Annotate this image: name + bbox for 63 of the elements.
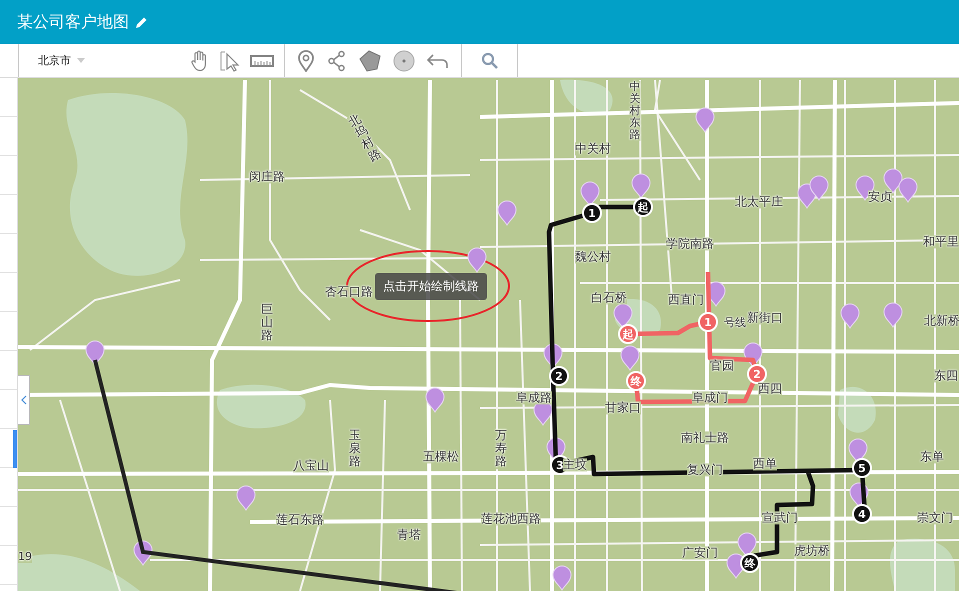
select-cursor-icon[interactable] bbox=[219, 50, 241, 72]
map-label: 西单 bbox=[753, 457, 777, 471]
window-title: 某公司客户地图 bbox=[17, 12, 129, 32]
map-label: 官园 bbox=[710, 359, 734, 373]
map-pin-icon[interactable] bbox=[297, 50, 315, 72]
map-label: 新街口 bbox=[747, 311, 783, 325]
map-label: 莲花池西路 bbox=[481, 512, 541, 526]
map-label: 魏公村 bbox=[575, 250, 611, 264]
map-pin[interactable] bbox=[738, 532, 756, 558]
chevron-left-icon bbox=[20, 395, 26, 405]
nodes-icon[interactable] bbox=[327, 50, 347, 72]
map-label: 和平里 bbox=[923, 235, 959, 249]
map-label: 闵庄路 bbox=[249, 170, 285, 184]
map-label: 19 bbox=[18, 550, 32, 564]
map-label: 八宝山 bbox=[293, 459, 329, 473]
route-stop-marker[interactable]: 4 bbox=[852, 504, 872, 524]
map-label: 甘家口 bbox=[605, 401, 641, 415]
map-pin[interactable] bbox=[86, 340, 104, 366]
map-label: 虎坊桥 bbox=[794, 544, 830, 558]
map-label: 号线 bbox=[724, 316, 746, 330]
collapse-button[interactable] bbox=[18, 375, 30, 425]
map-label: 五棵松 bbox=[423, 450, 459, 464]
route-stop-marker[interactable]: 2 bbox=[549, 366, 569, 386]
map-label: 南礼士路 bbox=[681, 431, 729, 445]
map-label: 杏石口路 bbox=[325, 285, 373, 299]
map-label: 巨山路 bbox=[261, 303, 273, 343]
map-label: 西直门 bbox=[668, 293, 704, 307]
map-pin[interactable] bbox=[134, 540, 152, 566]
route-stop-marker[interactable]: 终 bbox=[740, 553, 760, 573]
map-label: 中关村 bbox=[575, 142, 611, 156]
park-area bbox=[890, 538, 955, 591]
ruler-icon[interactable] bbox=[250, 54, 274, 68]
route-stop-marker[interactable]: 起 bbox=[633, 197, 653, 217]
polygon-icon[interactable] bbox=[359, 50, 381, 72]
map-label: 万寿路 bbox=[495, 429, 507, 469]
park-area bbox=[560, 80, 613, 114]
map-label: 复兴门 bbox=[687, 463, 723, 477]
route-stop-marker[interactable]: 1 bbox=[582, 203, 602, 223]
route-stop-marker[interactable]: 5 bbox=[852, 458, 872, 478]
active-indicator bbox=[13, 430, 17, 468]
tooltip: 点击开始绘制线路 bbox=[375, 273, 487, 300]
caret-icon bbox=[77, 58, 85, 63]
map-label: 阜成路 bbox=[516, 391, 552, 405]
park-area bbox=[838, 386, 876, 433]
city-dropdown[interactable]: 北京市 bbox=[38, 53, 85, 68]
circle-icon[interactable] bbox=[393, 50, 415, 72]
map-label: 主坟 bbox=[563, 458, 587, 472]
map-label: 东单 bbox=[920, 450, 944, 464]
map-label: 玉泉路 bbox=[349, 429, 361, 469]
pencil-icon[interactable] bbox=[135, 16, 148, 28]
map-label: 青塔 bbox=[397, 528, 421, 542]
map-label: 学院南路 bbox=[666, 237, 714, 251]
map-label: 安贞 bbox=[868, 190, 892, 204]
map-label: 北太平庄 bbox=[735, 195, 783, 209]
undo-icon[interactable] bbox=[427, 52, 449, 68]
map-label: 阜成门 bbox=[692, 391, 728, 405]
map-label: 中关村东路 bbox=[630, 80, 640, 142]
search-icon[interactable] bbox=[480, 52, 498, 70]
map-label: 崇文门 bbox=[917, 511, 953, 525]
map-label: 广安门 bbox=[682, 546, 718, 560]
map-label: 宣武门 bbox=[762, 511, 798, 525]
map-label: 莲石东路 bbox=[276, 513, 324, 527]
map-label: 白石桥 bbox=[591, 291, 627, 305]
